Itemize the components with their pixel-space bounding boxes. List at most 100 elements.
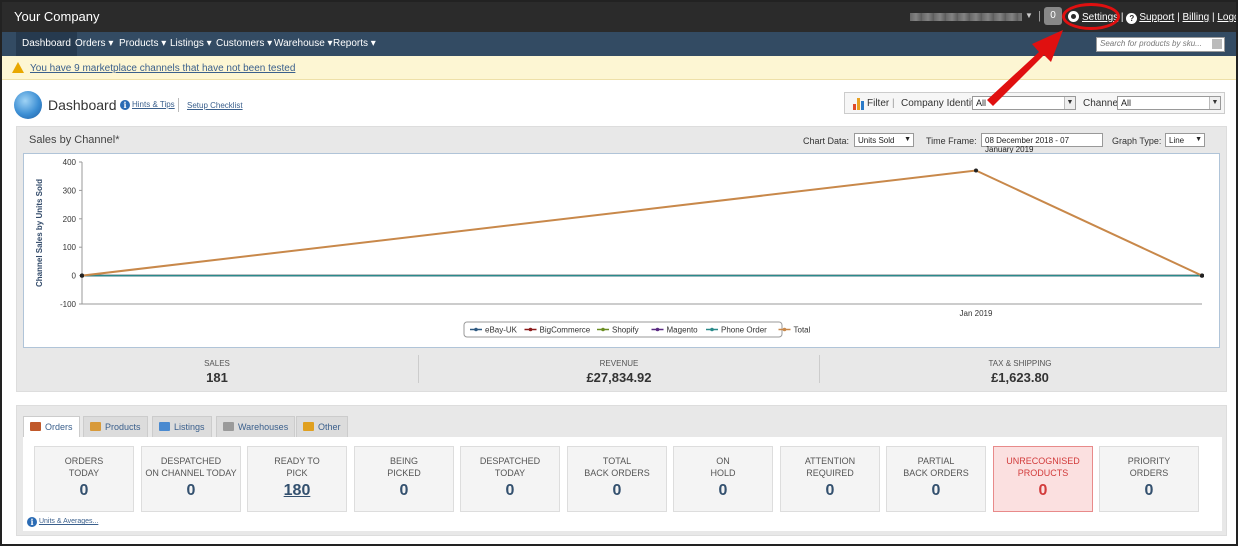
product-search-input[interactable]: Search for products by sku... [1096,37,1225,52]
search-icon[interactable] [1212,39,1222,49]
card-despatched-on-channel[interactable]: DESPATCHED ON CHANNEL TODAY 0 [141,446,241,512]
card-orders-today[interactable]: ORDERS TODAY 0 [34,446,134,512]
card-total-back-orders[interactable]: TOTAL BACK ORDERS 0 [567,446,667,512]
card-attention-required[interactable]: ATTENTION REQUIRED 0 [780,446,880,512]
tab-warehouses[interactable]: Warehouses [216,416,296,437]
chevron-down-icon[interactable]: ▼ [904,136,911,143]
card-label: DESPATCHED ON CHANNEL TODAY [145,456,237,478]
card-ready-to-pick[interactable]: READY TO PICK 180 [247,446,347,512]
separator: | [892,98,895,109]
tab-label: Warehouses [238,422,289,432]
box-icon [90,422,101,431]
nav-orders[interactable]: Orders ▾ [69,32,119,56]
setup-checklist-link[interactable]: Setup Checklist [187,101,243,110]
chart-svg: -100 0 100 200 300 400 Channel Sales by Units … [35,158,1204,338]
x-tick-label: Jan 2019 [960,309,993,318]
picture-icon [159,422,170,431]
tab-label: Listings [174,422,205,432]
warning-link[interactable]: You have 9 marketplace channels that hav… [30,63,295,74]
graph-type-select[interactable]: Line ▼ [1165,133,1205,147]
tab-listings[interactable]: Listings [152,416,212,437]
card-value[interactable]: 180 [248,482,346,500]
stat-label: TAX & SHIPPING [988,359,1052,368]
billing-link[interactable]: Billing [1183,12,1210,23]
time-frame-label: Time Frame: [926,136,977,146]
support-link[interactable]: Support [1139,12,1174,23]
card-label: PARTIAL BACK ORDERS [903,456,969,478]
legend-marker [710,327,714,332]
legend-marker [474,327,478,332]
time-frame-input[interactable]: 08 December 2018 - 07 January 2019 [981,133,1103,154]
tab-orders[interactable]: Orders [23,416,80,438]
card-label: UNRECOGNISED PRODUCTS [1006,456,1080,478]
stat-revenue: REVENUE £27,834.92 [419,351,819,391]
stat-sales: SALES 181 [17,351,417,391]
units-averages-link[interactable]: i Units & Averages... [27,517,98,527]
page-title: Dashboard [48,97,117,113]
tab-other[interactable]: Other [296,416,348,437]
tab-label: Orders [45,422,73,432]
stat-value: £27,834.92 [586,370,652,385]
card-value: 0 [612,482,622,499]
basket-icon [30,422,41,431]
data-point [974,168,978,173]
chevron-down-icon[interactable]: ▼ [1195,136,1202,143]
stat-value: £1,623.80 [991,370,1049,385]
nav-dashboard[interactable]: Dashboard [16,32,77,56]
chart-data-label: Chart Data: [803,136,850,146]
card-value: 0 [718,482,728,499]
y-tick-label: 200 [63,215,77,224]
chevron-down-icon[interactable]: ▼ [1209,97,1220,109]
legend-entry: Total [794,326,811,335]
card-partial-back-orders[interactable]: PARTIAL BACK ORDERS 0 [886,446,986,512]
card-label: PRIORITY ORDERS [1127,456,1171,478]
account-selector[interactable] [910,13,1022,21]
y-tick-label: 100 [63,243,77,252]
card-value: 0 [931,482,941,499]
chevron-down-icon[interactable]: ▼ [1025,11,1033,20]
card-value: 0 [825,482,835,499]
card-value: 0 [1144,482,1154,499]
brand-name: Your Company [14,9,100,24]
card-despatched-today[interactable]: DESPATCHED TODAY 0 [460,446,560,512]
card-being-picked[interactable]: BEING PICKED 0 [354,446,454,512]
chart-panel-title: Sales by Channel* [29,134,120,146]
card-value: 0 [1038,482,1048,499]
stat-label: SALES [204,359,230,368]
sales-summary: SALES 181 REVENUE £27,834.92 TAX & SHIPP… [17,351,1226,391]
card-label: ORDERS TODAY [64,456,104,478]
legend-entry: Magento [667,326,699,335]
tab-products[interactable]: Products [83,416,148,437]
y-tick-label: 300 [63,186,77,195]
separator: | [1038,10,1041,22]
y-tick-label: 400 [63,158,77,167]
logout-link[interactable]: Logout [1217,12,1236,23]
help-icon: ? [1126,13,1138,24]
channel-value: All [1121,98,1132,108]
card-label: ON HOLD [710,456,736,478]
separator: | [1211,12,1215,23]
hints-tips-link[interactable]: Hints & Tips [132,100,175,109]
card-on-hold[interactable]: ON HOLD 0 [673,446,773,512]
search-placeholder: Search for products by sku... [1100,39,1202,48]
legend-marker [655,327,660,332]
separator: | [1120,12,1124,23]
nav-reports[interactable]: Reports ▾ [327,32,382,56]
bar-chart-icon [303,422,314,431]
graph-type-value: Line [1169,136,1185,145]
info-icon: i [27,517,37,527]
channel-select[interactable]: All ▼ [1117,96,1221,110]
card-priority-orders[interactable]: PRIORITY ORDERS 0 [1099,446,1199,512]
arrow-shape [987,30,1063,106]
units-averages-label: Units & Averages... [38,518,99,525]
card-label: TOTAL BACK ORDERS [584,456,650,478]
chart-data-select[interactable]: Units Sold ▼ [854,133,914,147]
globe-icon [14,91,42,119]
y-tick-label: 0 [72,272,77,281]
annotation-arrow [987,30,1063,106]
filter-label[interactable]: Filter [867,98,889,109]
company-identity-label: Company Identity: [901,98,982,109]
warehouse-icon [223,422,234,431]
stat-label: REVENUE [599,359,639,368]
card-unrecognised-products[interactable]: UNRECOGNISED PRODUCTS 0 [993,446,1093,512]
